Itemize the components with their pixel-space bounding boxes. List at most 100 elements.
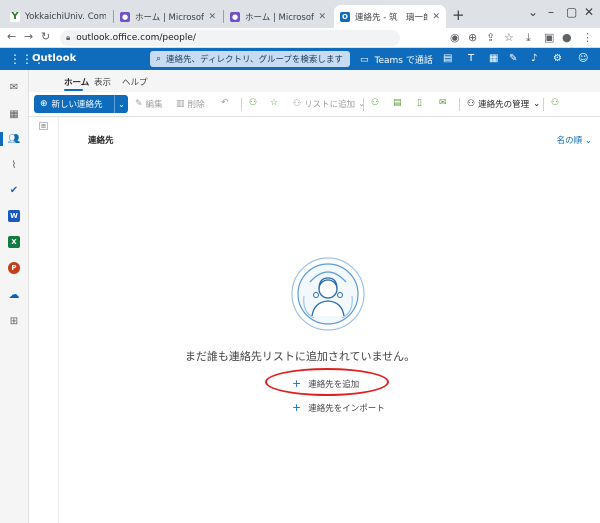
share-icon[interactable]: ⇪ xyxy=(486,31,495,44)
people-icon[interactable]: 👥︎ xyxy=(7,132,21,146)
star-icon[interactable]: ☆ xyxy=(504,31,514,44)
tab-view[interactable]: 表示 xyxy=(94,76,111,88)
excel-icon[interactable]: X xyxy=(7,235,21,249)
tab-title: ホーム | Microsoft 365 xyxy=(135,12,205,23)
chevron-down-icon: ⌄ xyxy=(358,99,366,109)
forward-icon[interactable]: → xyxy=(24,30,33,43)
todo-check-icon[interactable]: ✔ xyxy=(7,183,21,197)
contact-action-button-4[interactable]: ✉ xyxy=(439,98,450,108)
download-icon[interactable]: ⤓ xyxy=(526,31,531,45)
kebab-menu-icon[interactable]: ⋮ xyxy=(582,31,593,44)
search-input[interactable]: ⌕ 連絡先、ディレクトリ、グループを検索します xyxy=(150,51,350,67)
window-close-icon[interactable]: ✕ xyxy=(584,5,594,19)
lock-icon: 🔒︎ xyxy=(66,33,71,42)
add-to-list-button[interactable]: ⚇ リストに追加 ⌄ xyxy=(293,98,365,110)
outlook-header: ⋮⋮⋮ Outlook ⌕ 連絡先、ディレクトリ、グループを検索します ▭ Te… xyxy=(0,48,600,70)
word-icon[interactable]: W xyxy=(7,209,21,223)
expand-pane-icon[interactable]: ≡ xyxy=(39,122,48,130)
contact-action-button-3[interactable]: ▯ xyxy=(417,98,425,108)
import-contacts-link[interactable]: + 連絡先をインポート xyxy=(292,401,385,414)
manage-contacts-button[interactable]: ⚇ 連絡先の管理 ⌄ xyxy=(467,98,540,110)
person-sync-icon: ⚇ xyxy=(551,98,560,108)
eye-icon[interactable]: ◉ xyxy=(450,31,460,44)
browser-tab-1[interactable]: Y YokkaichiUniv. Compute xyxy=(4,5,112,28)
sidepanel-icon[interactable]: ▣ xyxy=(544,31,554,44)
browser-tab-3[interactable]: ● ホーム | Microsoft 365 ✕ xyxy=(224,5,332,28)
new-tab-icon[interactable]: + xyxy=(452,6,465,24)
maximize-icon[interactable]: ▢ xyxy=(566,5,577,19)
contact-action-button-2[interactable]: ▤ xyxy=(393,98,405,108)
empty-contacts-illustration xyxy=(291,257,365,331)
annotation-highlight-ellipse xyxy=(265,368,389,396)
edit-button[interactable]: ✎ 編集 xyxy=(135,98,163,110)
ribbon-toolbar: ⊕ 新しい連絡先 ⌄ ✎ 編集 ▥ 削除 ↶ ⚇ ☆ ⚇ リストに追加 ⌄ ⚇ ▤ ▯ … xyxy=(29,92,600,117)
ribbon-divider xyxy=(363,98,364,111)
app-rail: ✉ ▦ 👥︎ ⌇ ✔ W X P ☁ ⊞ xyxy=(0,70,29,523)
close-icon[interactable]: ✕ xyxy=(318,12,326,22)
back-icon[interactable]: ← xyxy=(7,30,16,43)
close-icon[interactable]: ✕ xyxy=(432,12,440,22)
onedrive-icon[interactable]: ☁ xyxy=(7,287,21,301)
sort-dropdown[interactable]: 名の順 ⌄ xyxy=(557,134,592,146)
attach-icon[interactable]: ⌇ xyxy=(7,158,21,172)
trash-icon: ▥ xyxy=(176,99,185,109)
onenote-icon[interactable]: ▦ xyxy=(489,53,498,64)
v-logo-icon: Y xyxy=(10,11,20,22)
feedback-icon[interactable]: ✎ xyxy=(509,53,517,64)
chevron-down-icon: ⌄ xyxy=(584,136,592,146)
browser-tab-4[interactable]: O 連絡先 - 筑 璃一郎 - O ✕ xyxy=(334,5,446,28)
gear-icon[interactable]: ⚙ xyxy=(553,53,562,64)
ribbon-tabs: ホーム 表示 ヘルプ xyxy=(29,70,600,92)
m365-icon: ● xyxy=(230,11,240,22)
people-list-icon: ⚇ xyxy=(293,99,302,109)
new-contact-button[interactable]: ⊕ 新しい連絡先 ⌄ xyxy=(34,95,128,113)
person-add-icon: ⚇ xyxy=(371,98,380,108)
url-text: outlook.office.com/people/ xyxy=(76,33,196,43)
video-camera-icon: ▭ xyxy=(360,54,369,65)
person-add-icon: ⚇ xyxy=(249,98,258,108)
address-bar[interactable]: 🔒︎ outlook.office.com/people/ xyxy=(60,30,400,46)
calendar-icon[interactable]: ▦ xyxy=(7,107,21,121)
close-icon[interactable]: ✕ xyxy=(208,12,216,22)
zoom-icon[interactable]: ⊕ xyxy=(468,31,477,44)
rail-selection-indicator xyxy=(0,132,3,146)
add-to-favorites-button[interactable]: ⚇ xyxy=(249,98,260,108)
outlook-icon: O xyxy=(340,11,350,22)
ribbon-divider xyxy=(459,98,460,111)
people-settings-icon: ⚇ xyxy=(467,99,476,109)
minimize-icon[interactable]: – xyxy=(548,5,554,19)
browser-tab-2[interactable]: ● ホーム | Microsoft 365 ✕ xyxy=(114,5,222,28)
chevron-down-icon[interactable]: ⌄ xyxy=(528,5,538,19)
outlook-brand[interactable]: Outlook xyxy=(32,53,76,64)
reload-icon[interactable]: ↻ xyxy=(41,30,50,43)
contact-action-button-1[interactable]: ⚇ xyxy=(371,98,382,108)
contacts-pane: ≡ 連絡先 名の順 ⌄ xyxy=(29,117,600,523)
undo-button[interactable]: ↶ xyxy=(221,98,232,108)
tab-home[interactable]: ホーム xyxy=(64,76,89,88)
folder-pane-collapsed: ≡ xyxy=(29,117,59,523)
new-contact-label: 新しい連絡先 xyxy=(51,100,103,110)
delete-button[interactable]: ▥ 削除 xyxy=(176,98,205,110)
teams-call-label: Teams で通話 xyxy=(374,56,433,66)
account-icon[interactable]: ☺ xyxy=(578,53,588,64)
mail-icon[interactable]: ✉ xyxy=(7,80,21,94)
tab-title: YokkaichiUniv. Compute xyxy=(25,11,106,22)
teams-icon[interactable]: T xyxy=(468,53,474,64)
teams-call-button[interactable]: ▭ Teams で通話 xyxy=(360,53,433,67)
contact-action-button-5[interactable]: ⚇ xyxy=(551,98,562,108)
tab-title: 連絡先 - 筑 璃一郎 - O xyxy=(355,12,429,23)
chat-icon[interactable]: ▤ xyxy=(443,53,452,64)
ribbon-divider xyxy=(543,98,544,111)
search-placeholder: 連絡先、ディレクトリ、グループを検索します xyxy=(166,55,343,65)
powerpoint-icon[interactable]: P xyxy=(7,261,21,275)
star-add-icon: ☆ xyxy=(270,98,279,108)
more-apps-icon[interactable]: ⊞ xyxy=(7,314,21,328)
favorite-button[interactable]: ☆ xyxy=(270,98,281,108)
search-icon: ⌕ xyxy=(156,54,162,64)
chevron-down-icon[interactable]: ⌄ xyxy=(114,95,128,113)
profile-icon[interactable]: ● xyxy=(562,31,572,44)
pencil-icon: ✎ xyxy=(135,99,143,109)
bell-icon[interactable]: ♪ xyxy=(531,53,537,64)
tab-underline xyxy=(64,89,83,91)
tab-help[interactable]: ヘルプ xyxy=(122,76,148,88)
